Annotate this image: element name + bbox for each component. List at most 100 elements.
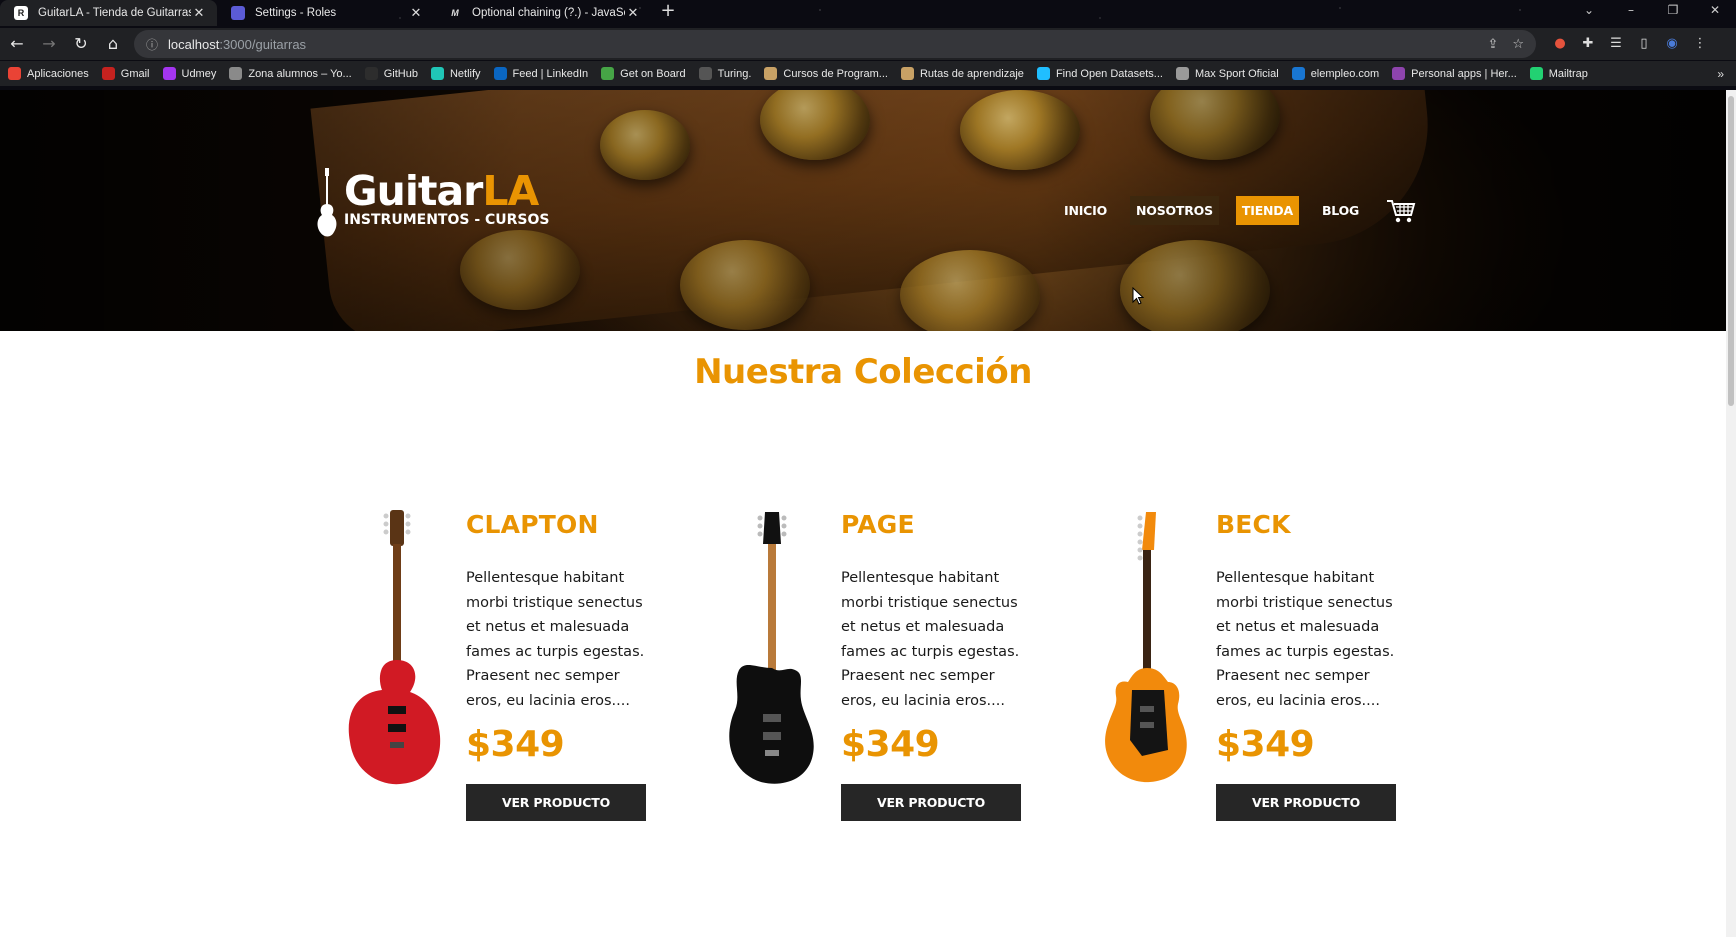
bookmark-favicon-icon: [1291, 67, 1305, 80]
bookmark-label: Cursos de Program...: [783, 67, 888, 80]
more-bookmarks-icon[interactable]: »: [1717, 67, 1724, 81]
extensions-area: ● ✚ ☰ ▯ ◉ ⋮: [1546, 32, 1714, 56]
bookmark-item[interactable]: Find Open Datasets...: [1036, 67, 1163, 80]
tab-strip: R GuitarLA - Tienda de Guitarras ✕ Setti…: [0, 0, 1736, 26]
bookmark-favicon-icon: [8, 67, 21, 80]
window-controls: ⌄ – ❐ ✕: [1568, 0, 1736, 22]
bookmark-item[interactable]: GitHub: [364, 67, 418, 80]
tab-favicon: [231, 6, 245, 20]
bookmark-label: Max Sport Oficial: [1194, 67, 1279, 80]
side-panel-icon[interactable]: ▯: [1630, 32, 1658, 56]
puzzle-extensions-icon[interactable]: ✚: [1574, 32, 1602, 56]
bookmark-item[interactable]: Feed | LinkedIn: [493, 67, 588, 80]
browser-tab-settings[interactable]: Settings - Roles ✕: [217, 0, 434, 26]
bookmark-favicon-icon: [101, 67, 115, 80]
home-icon[interactable]: ⌂: [98, 30, 128, 58]
bookmark-label: Gmail: [120, 67, 150, 80]
bookmark-item[interactable]: Cursos de Program...: [764, 67, 888, 80]
reload-icon[interactable]: ↻: [66, 30, 96, 58]
bookmark-item[interactable]: Max Sport Oficial: [1175, 67, 1279, 80]
bookmark-label: Zona alumnos – Yo...: [248, 67, 352, 80]
bookmark-item[interactable]: Zona alumnos – Yo...: [229, 67, 352, 80]
browser-tab-mdn[interactable]: M Optional chaining (?.) - JavaScript ✕: [434, 0, 651, 26]
bookmark-item[interactable]: Netlify: [430, 67, 481, 80]
bookmark-item[interactable]: Aplicaciones: [8, 67, 89, 80]
nav-link-tienda[interactable]: TIENDA: [1235, 196, 1299, 225]
bookmark-item[interactable]: elempleo.com: [1291, 67, 1379, 80]
tab-title: Settings - Roles: [255, 7, 337, 19]
ver-producto-button[interactable]: VER PRODUCTO: [1216, 784, 1396, 821]
reading-list-icon[interactable]: ☰: [1602, 32, 1630, 56]
electric-guitar-icon: [729, 512, 814, 784]
tab-title: Optional chaining (?.) - JavaScript: [472, 7, 625, 19]
bookmark-item[interactable]: Personal apps | Her...: [1392, 67, 1517, 80]
bookmark-item[interactable]: Udmey: [162, 67, 217, 80]
close-window-icon[interactable]: ✕: [1694, 0, 1736, 22]
product-card: CLAPTON Pellentesque habitant morbi tris…: [330, 510, 705, 821]
bookmark-label: Turing.: [717, 67, 752, 80]
minimize-icon[interactable]: –: [1610, 0, 1652, 22]
bookmark-label: Netlify: [449, 67, 481, 80]
bookmark-item[interactable]: Mailtrap: [1529, 67, 1588, 80]
bookmark-item[interactable]: Rutas de aprendizaje: [900, 67, 1024, 80]
ver-producto-button[interactable]: VER PRODUCTO: [841, 784, 1021, 821]
page-scrollbar[interactable]: [1726, 90, 1736, 937]
product-price: $349: [466, 724, 565, 765]
tab-favicon: R: [14, 6, 28, 20]
close-tab-icon[interactable]: ✕: [625, 5, 641, 21]
electric-guitar-icon: [1105, 512, 1187, 783]
product-price: $349: [841, 724, 940, 765]
url-text: localhost:3000/guitarras: [168, 36, 307, 52]
address-bar[interactable]: ⓘ localhost:3000/guitarras ⇪ ☆: [134, 30, 1536, 58]
close-tab-icon[interactable]: ✕: [408, 5, 424, 21]
site-logo[interactable]: GuitarLA INSTRUMENTOS - CURSOS: [316, 168, 550, 238]
bookmark-favicon-icon: [764, 67, 778, 80]
browser-toolbar: ← → ↻ ⌂ ⓘ localhost:3000/guitarras ⇪ ☆ ●…: [0, 28, 1736, 60]
bookmark-favicon-icon: [162, 67, 176, 80]
bookmark-label: Personal apps | Her...: [1411, 67, 1517, 80]
cart-icon[interactable]: [1386, 198, 1416, 224]
bookmark-favicon-icon: [698, 67, 712, 80]
new-tab-button[interactable]: +: [655, 0, 681, 24]
product-card: BECK Pellentesque habitant morbi tristiq…: [1080, 510, 1455, 821]
bookmark-item[interactable]: Get on Board: [601, 67, 686, 80]
product-image[interactable]: [705, 510, 841, 790]
page-viewport: GuitarLA INSTRUMENTOS - CURSOS INICIO NO…: [0, 90, 1726, 937]
product-card: PAGE Pellentesque habitant morbi tristiq…: [705, 510, 1080, 821]
product-description: Pellentesque habitant morbi tristique se…: [1216, 570, 1395, 709]
site-info-icon[interactable]: ⓘ: [146, 36, 158, 53]
back-icon[interactable]: ←: [2, 30, 32, 58]
share-icon[interactable]: ⇪: [1487, 37, 1498, 52]
bookmark-label: Mailtrap: [1548, 67, 1588, 80]
bookmark-favicon-icon: [1392, 67, 1406, 80]
product-image[interactable]: [1080, 510, 1216, 790]
product-description: Pellentesque habitant morbi tristique se…: [466, 570, 645, 709]
bookmark-item[interactable]: Gmail: [101, 67, 150, 80]
bookmark-label: GitHub: [383, 67, 418, 80]
nav-link-inicio[interactable]: INICIO: [1058, 196, 1113, 225]
bookmark-favicon-icon: [229, 67, 243, 80]
scrollbar-thumb[interactable]: [1728, 96, 1734, 406]
tab-search-icon[interactable]: ⌄: [1568, 0, 1610, 22]
close-tab-icon[interactable]: ✕: [191, 5, 207, 21]
bookmark-favicon-icon: [1175, 67, 1189, 80]
bookmark-label: Udmey: [181, 67, 217, 80]
product-description: Pellentesque habitant morbi tristique se…: [841, 570, 1020, 709]
bookmark-favicon-icon: [900, 67, 914, 80]
forward-icon[interactable]: →: [34, 30, 64, 58]
profile-avatar-icon[interactable]: ◉: [1658, 32, 1686, 56]
product-grid: CLAPTON Pellentesque habitant morbi tris…: [330, 510, 1455, 821]
browser-tab-guitarla[interactable]: R GuitarLA - Tienda de Guitarras ✕: [0, 0, 217, 26]
bookmark-favicon-icon: [364, 67, 378, 80]
bookmark-star-icon[interactable]: ☆: [1512, 37, 1524, 52]
extension-icon[interactable]: ●: [1546, 32, 1574, 56]
mouse-cursor-icon: [1132, 287, 1144, 305]
restore-icon[interactable]: ❐: [1652, 0, 1694, 22]
bookmark-item[interactable]: Turing.: [698, 67, 752, 80]
bookmark-favicon-icon: [1529, 67, 1543, 80]
nav-link-nosotros[interactable]: NOSOTROS: [1130, 196, 1219, 225]
nav-link-blog[interactable]: BLOG: [1316, 196, 1365, 225]
product-image[interactable]: [330, 510, 466, 790]
ver-producto-button[interactable]: VER PRODUCTO: [466, 784, 646, 821]
browser-menu-icon[interactable]: ⋮: [1686, 32, 1714, 56]
